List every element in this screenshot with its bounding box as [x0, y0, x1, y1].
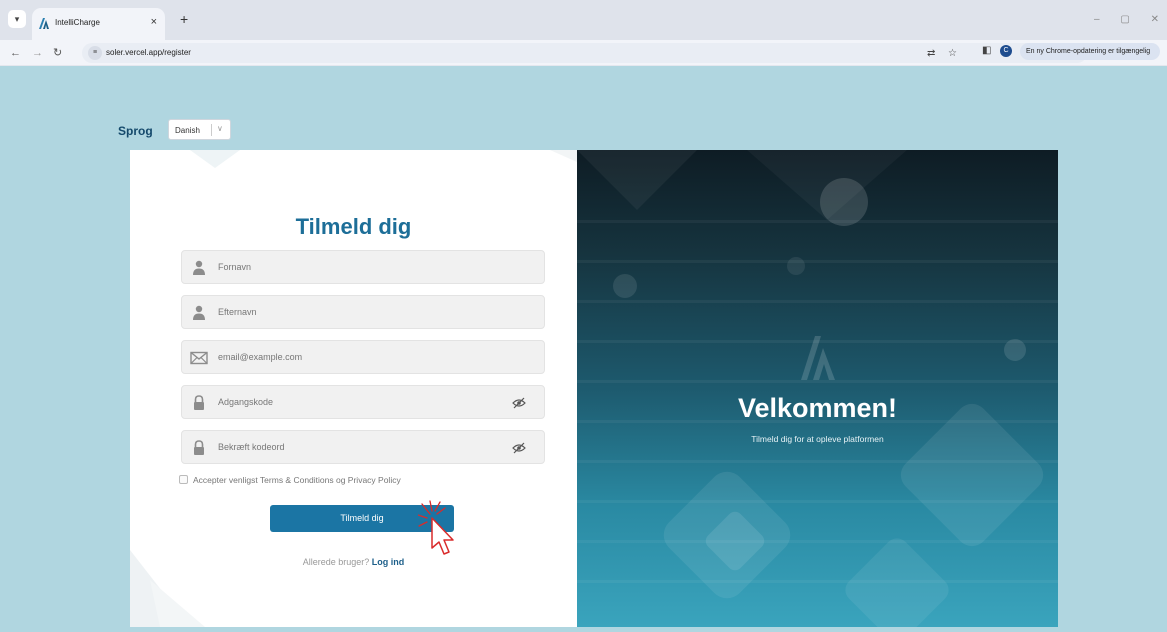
translate-icon[interactable]: ⇄: [927, 48, 935, 59]
language-select[interactable]: Danish ∨: [168, 119, 231, 140]
url-bar[interactable]: ≡ soler.vercel.app/register ⇄ ☆: [82, 43, 1087, 63]
terms-checkbox[interactable]: [179, 475, 188, 484]
eye-off-icon[interactable]: [512, 397, 526, 409]
eye-off-icon[interactable]: [512, 442, 526, 454]
first-name-field[interactable]: [181, 250, 545, 284]
welcome-subtitle: Tilmeld dig for at opleve platformen: [751, 434, 884, 444]
user-icon: [193, 305, 205, 320]
email-input[interactable]: [218, 341, 508, 373]
password-input[interactable]: [218, 386, 508, 418]
welcome-background-decoration: [577, 150, 1058, 627]
last-name-input[interactable]: [218, 296, 508, 328]
close-window-icon[interactable]: ✕: [1151, 14, 1159, 25]
login-prompt-line: Allerede bruger? Log ind: [130, 557, 577, 567]
password-field[interactable]: [181, 385, 545, 419]
email-field[interactable]: [181, 340, 545, 374]
window-controls: – ▢ ✕: [1076, 14, 1159, 25]
forward-icon[interactable]: →: [32, 44, 43, 62]
language-value: Danish: [175, 126, 200, 135]
minimize-icon[interactable]: –: [1094, 14, 1100, 25]
tab-intellicharge[interactable]: IntelliCharge ×: [32, 8, 165, 40]
user-icon: [193, 260, 205, 275]
url-text[interactable]: soler.vercel.app/register: [106, 48, 191, 57]
register-form-card: Tilmeld dig Fornavn Efternavn email@exam…: [130, 150, 577, 627]
back-icon[interactable]: ←: [10, 44, 21, 62]
mail-icon: [190, 351, 208, 365]
welcome-panel: Velkommen! Tilmeld dig for at opleve pla…: [577, 150, 1058, 627]
terms-label: Accepter venligst Terms & Conditions og …: [193, 475, 401, 485]
new-tab-button[interactable]: +: [180, 12, 188, 26]
browser-tab-bar: ▾ IntelliCharge × + – ▢ ✕: [0, 0, 1167, 40]
side-panel-icon[interactable]: ◧: [982, 45, 991, 56]
login-prompt: Allerede bruger?: [302, 557, 370, 567]
bookmark-star-icon[interactable]: ☆: [948, 48, 957, 59]
welcome-title: Velkommen!: [737, 393, 898, 423]
reload-icon[interactable]: ↻: [53, 44, 62, 62]
browser-address-bar: ← → ↻ ≡ soler.vercel.app/register ⇄ ☆ ◧ …: [0, 40, 1167, 66]
lock-icon: [194, 395, 204, 410]
tab-search-icon[interactable]: ▾: [8, 10, 26, 28]
confirm-password-field[interactable]: [181, 430, 545, 464]
tab-title: IntelliCharge: [55, 18, 100, 27]
maximize-icon[interactable]: ▢: [1120, 14, 1129, 25]
chevron-down-icon[interactable]: ∨: [217, 124, 223, 133]
language-label: Sprog: [118, 124, 153, 138]
chrome-update-button[interactable]: En ny Chrome-opdatering er tilgængelig: [1020, 43, 1160, 60]
select-divider: [211, 124, 212, 136]
first-name-input[interactable]: [218, 251, 508, 283]
form-title: Tilmeld dig: [295, 214, 412, 239]
login-link[interactable]: Log ind: [372, 557, 405, 567]
terms-row[interactable]: Accepter venligst Terms & Conditions og …: [179, 475, 401, 485]
lock-icon: [194, 440, 204, 455]
profile-avatar[interactable]: C: [1000, 45, 1012, 57]
site-settings-icon[interactable]: ≡: [88, 46, 102, 60]
tab-close-icon[interactable]: ×: [151, 16, 157, 28]
favicon-icon: [39, 18, 49, 29]
last-name-field[interactable]: [181, 295, 545, 329]
brand-logo-icon: [801, 336, 835, 380]
confirm-password-input[interactable]: [218, 431, 508, 463]
